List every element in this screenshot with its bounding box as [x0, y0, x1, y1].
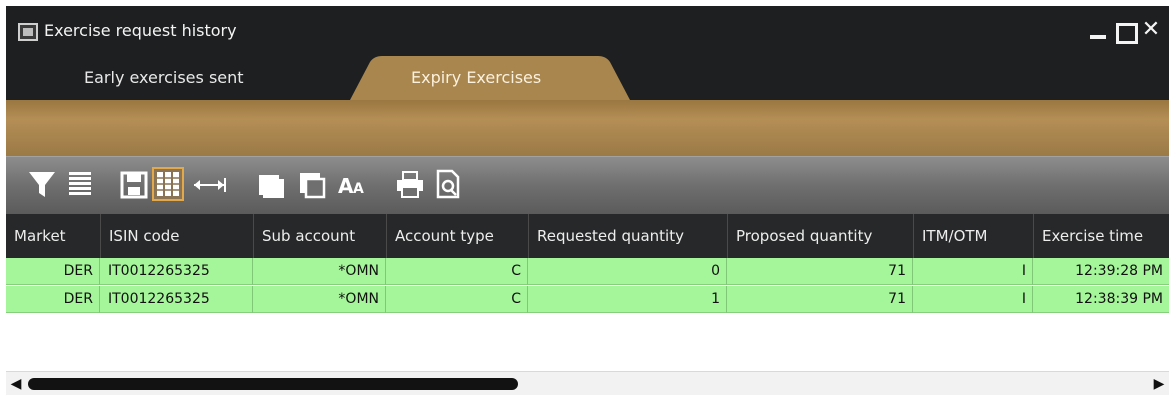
- tab-strip: Early exercises sent Expiry Exercises: [6, 56, 1169, 100]
- print-preview-icon[interactable]: [432, 167, 464, 201]
- save-icon[interactable]: [118, 167, 150, 201]
- cell-isin-code: IT0012265325: [100, 258, 253, 285]
- cell-proposed-quantity: 71: [727, 258, 913, 285]
- scroll-left-icon[interactable]: ◀: [6, 372, 26, 396]
- column-header-exercise-time[interactable]: Exercise time: [1033, 214, 1169, 258]
- columns-icon[interactable]: [152, 167, 184, 201]
- window-title: Exercise request history: [44, 21, 237, 40]
- horizontal-scrollbar[interactable]: ◀ ▶: [6, 371, 1169, 395]
- tab-label: Early exercises sent: [84, 68, 244, 87]
- cell-exercise-time: 12:38:39 PM: [1075, 291, 1163, 307]
- scroll-right-icon[interactable]: ▶: [1149, 372, 1169, 396]
- minimize-icon[interactable]: [1086, 18, 1110, 42]
- cell-sub-account: *OMN: [253, 258, 386, 285]
- cell-proposed-quantity: 71: [727, 286, 913, 313]
- cell-exercise-time: 12:39:28 PM: [1075, 263, 1163, 279]
- tab-label: Expiry Exercises: [411, 68, 542, 87]
- svg-text:A: A: [338, 174, 354, 198]
- cell-isin-code: IT0012265325: [100, 286, 253, 313]
- grid-toolbar: AA: [6, 156, 1169, 214]
- print-icon[interactable]: [394, 167, 426, 201]
- font-size-icon[interactable]: AA: [336, 167, 368, 201]
- cell-itm-otm: I: [913, 286, 1033, 313]
- close-icon[interactable]: ✕: [1139, 18, 1163, 42]
- column-header-account-type[interactable]: Account type: [386, 214, 528, 258]
- copy-all-icon[interactable]: [296, 167, 328, 201]
- tab-panel-band: [6, 100, 1169, 156]
- column-header-isin-code[interactable]: ISIN code: [100, 214, 253, 258]
- tab-expiry-exercises[interactable]: Expiry Exercises: [350, 56, 630, 100]
- cell-itm-otm: I: [913, 258, 1033, 285]
- cell-requested-quantity: 0: [528, 258, 727, 285]
- autosize-columns-icon[interactable]: [190, 167, 228, 201]
- column-header-requested-quantity[interactable]: Requested quantity: [528, 214, 727, 258]
- list-icon[interactable]: [64, 167, 96, 201]
- tab-early-exercises-sent[interactable]: Early exercises sent: [84, 56, 244, 100]
- exercise-request-history-window: Exercise request history ✕ Early exercis…: [0, 0, 1169, 399]
- scroll-thumb[interactable]: [28, 378, 518, 390]
- svg-text:A: A: [353, 181, 364, 197]
- cell-sub-account: *OMN: [253, 286, 386, 313]
- cell-account-type: C: [386, 258, 528, 285]
- cell-account-type: C: [386, 286, 528, 313]
- app-window-icon: [18, 23, 38, 41]
- column-header-itm-otm[interactable]: ITM/OTM: [913, 214, 1033, 258]
- column-header-sub-account[interactable]: Sub account: [253, 214, 386, 258]
- table-row[interactable]: DER IT0012265325 *OMN C 1 71 I 12:38:39 …: [6, 286, 1169, 313]
- copy-icon[interactable]: [256, 167, 288, 201]
- column-header-market[interactable]: Market: [6, 214, 100, 258]
- cell-requested-quantity: 1: [528, 286, 727, 313]
- maximize-icon[interactable]: [1112, 18, 1138, 44]
- table-header: Market ISIN code Sub account Account typ…: [6, 214, 1169, 258]
- table-row[interactable]: DER IT0012265325 *OMN C 0 71 I 12:39:28 …: [6, 258, 1169, 285]
- cell-market: DER: [6, 258, 100, 285]
- column-header-proposed-quantity[interactable]: Proposed quantity: [727, 214, 913, 258]
- title-bar[interactable]: Exercise request history ✕: [0, 0, 1169, 56]
- filter-icon[interactable]: [26, 167, 58, 201]
- cell-market: DER: [6, 286, 100, 313]
